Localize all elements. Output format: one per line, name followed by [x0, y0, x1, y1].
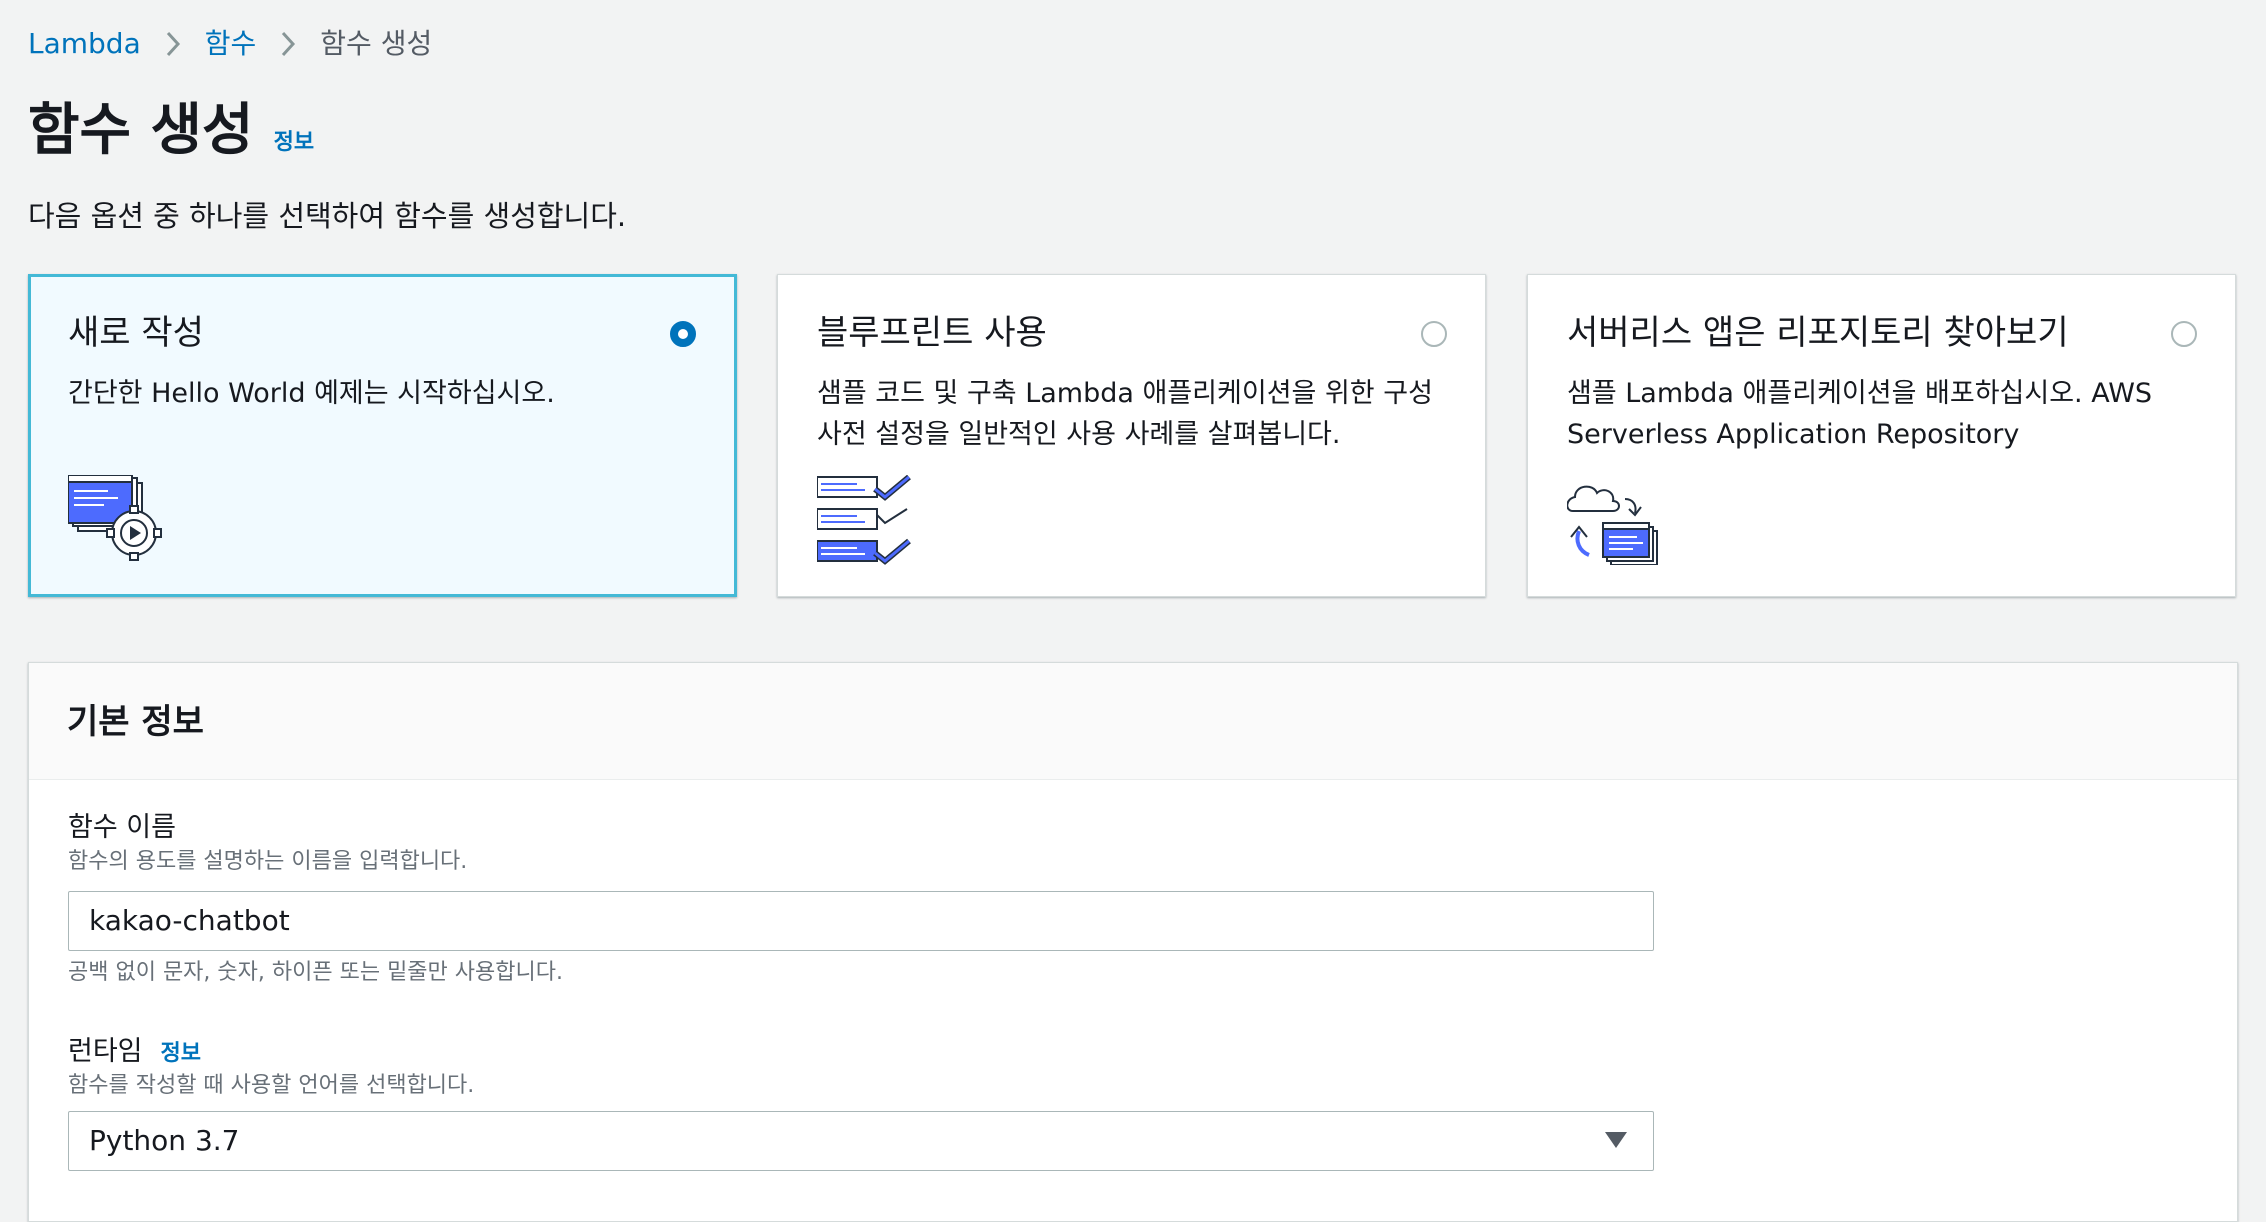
radio-unselected[interactable]	[2171, 321, 2197, 347]
function-name-label: 함수 이름	[68, 812, 176, 843]
panel-header: 기본 정보	[29, 663, 2237, 780]
function-name-constraint: 공백 없이 문자, 숫자, 하이픈 또는 밑줄만 사용합니다.	[68, 960, 563, 985]
breadcrumb-lambda[interactable]: Lambda	[28, 22, 141, 66]
option-author-from-scratch[interactable]: 새로 작성 간단한 Hello World 예제는 시작하십시오.	[28, 274, 737, 597]
author-from-scratch-icon	[67, 474, 168, 569]
breadcrumb-create-function: 함수 생성	[320, 27, 433, 60]
runtime-label: 런타임	[68, 1036, 143, 1067]
serverless-repo-icon	[1566, 475, 1667, 569]
page-header: 함수 생성 정보	[28, 95, 314, 167]
breadcrumb: Lambda 함수 함수 생성	[28, 22, 432, 66]
option-title: 블루프린트 사용	[817, 313, 1047, 353]
basic-info-panel: 기본 정보 함수 이름 함수의 용도를 설명하는 이름을 입력합니다. kaka…	[28, 662, 2238, 1222]
runtime-label-row: 런타임 정보	[68, 1033, 201, 1073]
option-description: 샘플 코드 및 구축 Lambda 애플리케이션을 위한 구성 사전 설정을 일…	[817, 378, 1433, 450]
option-title: 서버리스 앱은 리포지토리 찾아보기	[1567, 313, 2069, 353]
chevron-right-icon	[278, 29, 298, 59]
runtime-select[interactable]: Python 3.7	[68, 1111, 1654, 1171]
option-title: 새로 작성	[68, 313, 204, 353]
runtime-selected-value: Python 3.7	[89, 1124, 240, 1157]
panel-title: 기본 정보	[67, 702, 204, 742]
caret-down-icon	[1605, 1132, 1627, 1148]
info-link[interactable]: 정보	[274, 124, 314, 156]
radio-unselected[interactable]	[1421, 321, 1447, 347]
runtime-info-link[interactable]: 정보	[161, 1041, 201, 1066]
chevron-right-icon	[163, 29, 183, 59]
runtime-hint: 함수를 작성할 때 사용할 언어를 선택합니다.	[68, 1073, 475, 1098]
option-serverless-repo[interactable]: 서버리스 앱은 리포지토리 찾아보기 샘플 Lambda 애플리케이션을 배포하…	[1527, 274, 2236, 597]
blueprint-icon	[816, 474, 917, 569]
function-name-input[interactable]: kakao-chatbot	[68, 891, 1654, 951]
radio-selected[interactable]	[670, 321, 696, 347]
option-description: 샘플 Lambda 애플리케이션을 배포하십시오. AWS Serverless…	[1567, 378, 2153, 450]
function-name-hint: 함수의 용도를 설명하는 이름을 입력합니다.	[68, 849, 468, 874]
option-description: 간단한 Hello World 예제는 시작하십시오.	[68, 378, 555, 409]
option-use-blueprint[interactable]: 블루프린트 사용 샘플 코드 및 구축 Lambda 애플리케이션을 위한 구성…	[777, 274, 1486, 597]
breadcrumb-functions[interactable]: 함수	[205, 22, 257, 66]
page-description: 다음 옵션 중 하나를 선택하여 함수를 생성합니다.	[28, 199, 627, 233]
page-title: 함수 생성	[28, 98, 254, 163]
